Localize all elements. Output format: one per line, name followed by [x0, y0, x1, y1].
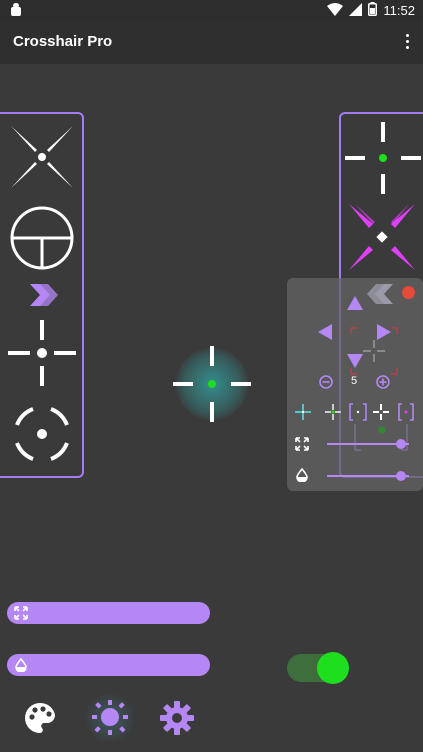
palette-icon[interactable] [22, 700, 58, 736]
arrow-right-icon[interactable] [375, 324, 391, 340]
status-bar: 11:52 [0, 0, 423, 20]
preview-crosshair-icon [350, 327, 398, 375]
controls-overlay: 5 [287, 278, 423, 491]
toggle-knob [317, 652, 349, 684]
expand-icon [295, 437, 309, 451]
double-chevron-right-icon[interactable] [30, 284, 58, 306]
green-cross-preset[interactable] [323, 404, 343, 420]
app-title: Crosshair Pro [13, 33, 113, 50]
purple-bracket-preset[interactable] [349, 402, 367, 422]
more-vert-icon[interactable] [404, 33, 410, 51]
status-time: 11:52 [383, 3, 415, 18]
double-chevron-left-icon[interactable] [367, 284, 393, 304]
circle-dot-crosshair-icon[interactable] [9, 401, 75, 467]
arrow-up-icon[interactable] [347, 296, 363, 312]
white-cross-preset[interactable] [373, 404, 389, 420]
green-dot-crosshair-icon[interactable] [170, 342, 254, 426]
arrow-left-icon[interactable] [318, 324, 334, 340]
arrow-down-icon[interactable] [347, 352, 363, 368]
scale-slider-thumb[interactable] [395, 439, 406, 449]
green-dot-plus-crosshair-icon[interactable] [345, 122, 421, 194]
x-crosshair-icon[interactable] [9, 124, 75, 190]
size-value: 5 [351, 375, 358, 387]
teal-cross-preset[interactable] [293, 404, 313, 420]
app-bar: Crosshair Pro [0, 20, 423, 64]
opacity-icon [296, 468, 308, 482]
expand-icon [14, 606, 28, 620]
dot-plus-crosshair-icon[interactable] [8, 320, 76, 386]
magenta-x-crosshair-icon[interactable] [347, 202, 417, 272]
scale-slider[interactable] [327, 439, 409, 449]
purple-box-preset[interactable] [397, 402, 415, 422]
center-crosshair [170, 342, 254, 426]
left-crosshair-panel [0, 112, 84, 478]
brightness-icon[interactable] [92, 700, 128, 736]
opacity-slider-bar[interactable] [7, 654, 210, 676]
opacity-slider-thumb[interactable] [395, 471, 406, 481]
signal-icon [349, 2, 363, 19]
scope-crosshair-icon[interactable] [9, 205, 75, 271]
wifi-icon [327, 2, 344, 19]
minus-circle-icon[interactable] [319, 375, 333, 389]
close-overlay-button[interactable] [402, 286, 415, 299]
opacity-slider[interactable] [327, 471, 409, 481]
settings-icon[interactable] [159, 700, 195, 736]
android-icon [10, 3, 22, 20]
crosshair-toggle[interactable] [287, 652, 349, 684]
opacity-icon [15, 658, 27, 672]
size-slider-bar[interactable] [7, 602, 210, 624]
battery-icon [368, 2, 378, 19]
plus-circle-icon[interactable] [376, 375, 390, 389]
